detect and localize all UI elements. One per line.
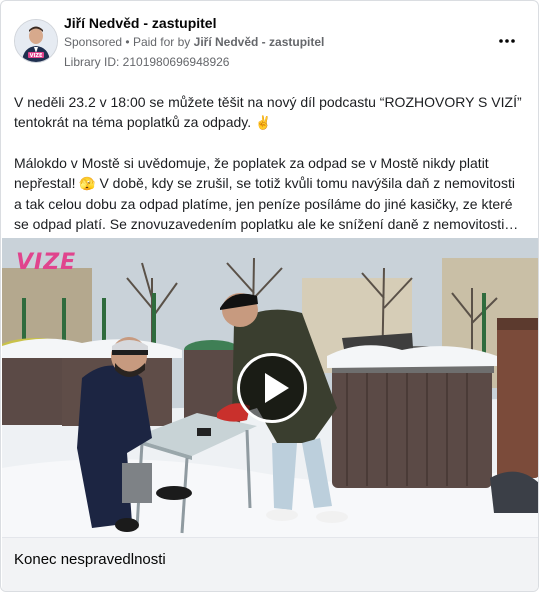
ad-headline[interactable]: Konec nespravedlnosti xyxy=(14,551,166,568)
post-body: V neděli 23.2 v 18:00 se můžete těšit na… xyxy=(14,92,526,234)
paid-for-name[interactable]: Jiří Nedvěd - zastupitel xyxy=(194,35,325,49)
avatar-portrait: VIZE xyxy=(15,20,57,62)
page-name-link[interactable]: Jiří Nedvěd - zastupitel xyxy=(64,15,216,31)
avatar-badge-text: VIZE xyxy=(30,53,43,59)
vize-logo: VIZE xyxy=(16,250,77,275)
separator-dot: • xyxy=(125,35,130,49)
paid-for-prefix: Paid for by xyxy=(132,35,191,49)
sponsored-label: Sponsored xyxy=(64,35,123,49)
post-paragraph-1: V neděli 23.2 v 18:00 se můžete těšit na… xyxy=(14,92,526,133)
ad-footer[interactable]: Konec nespravedlnosti xyxy=(2,537,538,591)
sponsorship-line: Sponsored • Paid for by Jiří Nedvěd - za… xyxy=(64,35,324,49)
video-thumbnail[interactable]: VIZE xyxy=(2,238,538,537)
ellipsis-icon xyxy=(499,39,515,43)
peeking-face-emoji: 🫣 xyxy=(79,176,96,191)
page-avatar[interactable]: VIZE xyxy=(14,19,58,63)
victory-hand-emoji: ✌️ xyxy=(255,115,272,130)
post-paragraph-2: Málokdo v Mostě si uvědomuje, že poplate… xyxy=(14,153,526,234)
play-button[interactable] xyxy=(237,353,307,423)
sponsored-post-card: VIZE Jiří Nedvěd - zastupitel Sponsored … xyxy=(0,0,539,592)
play-icon xyxy=(265,373,289,403)
library-id: Library ID: 2101980696948926 xyxy=(64,55,230,69)
more-options-icon[interactable] xyxy=(494,31,520,51)
